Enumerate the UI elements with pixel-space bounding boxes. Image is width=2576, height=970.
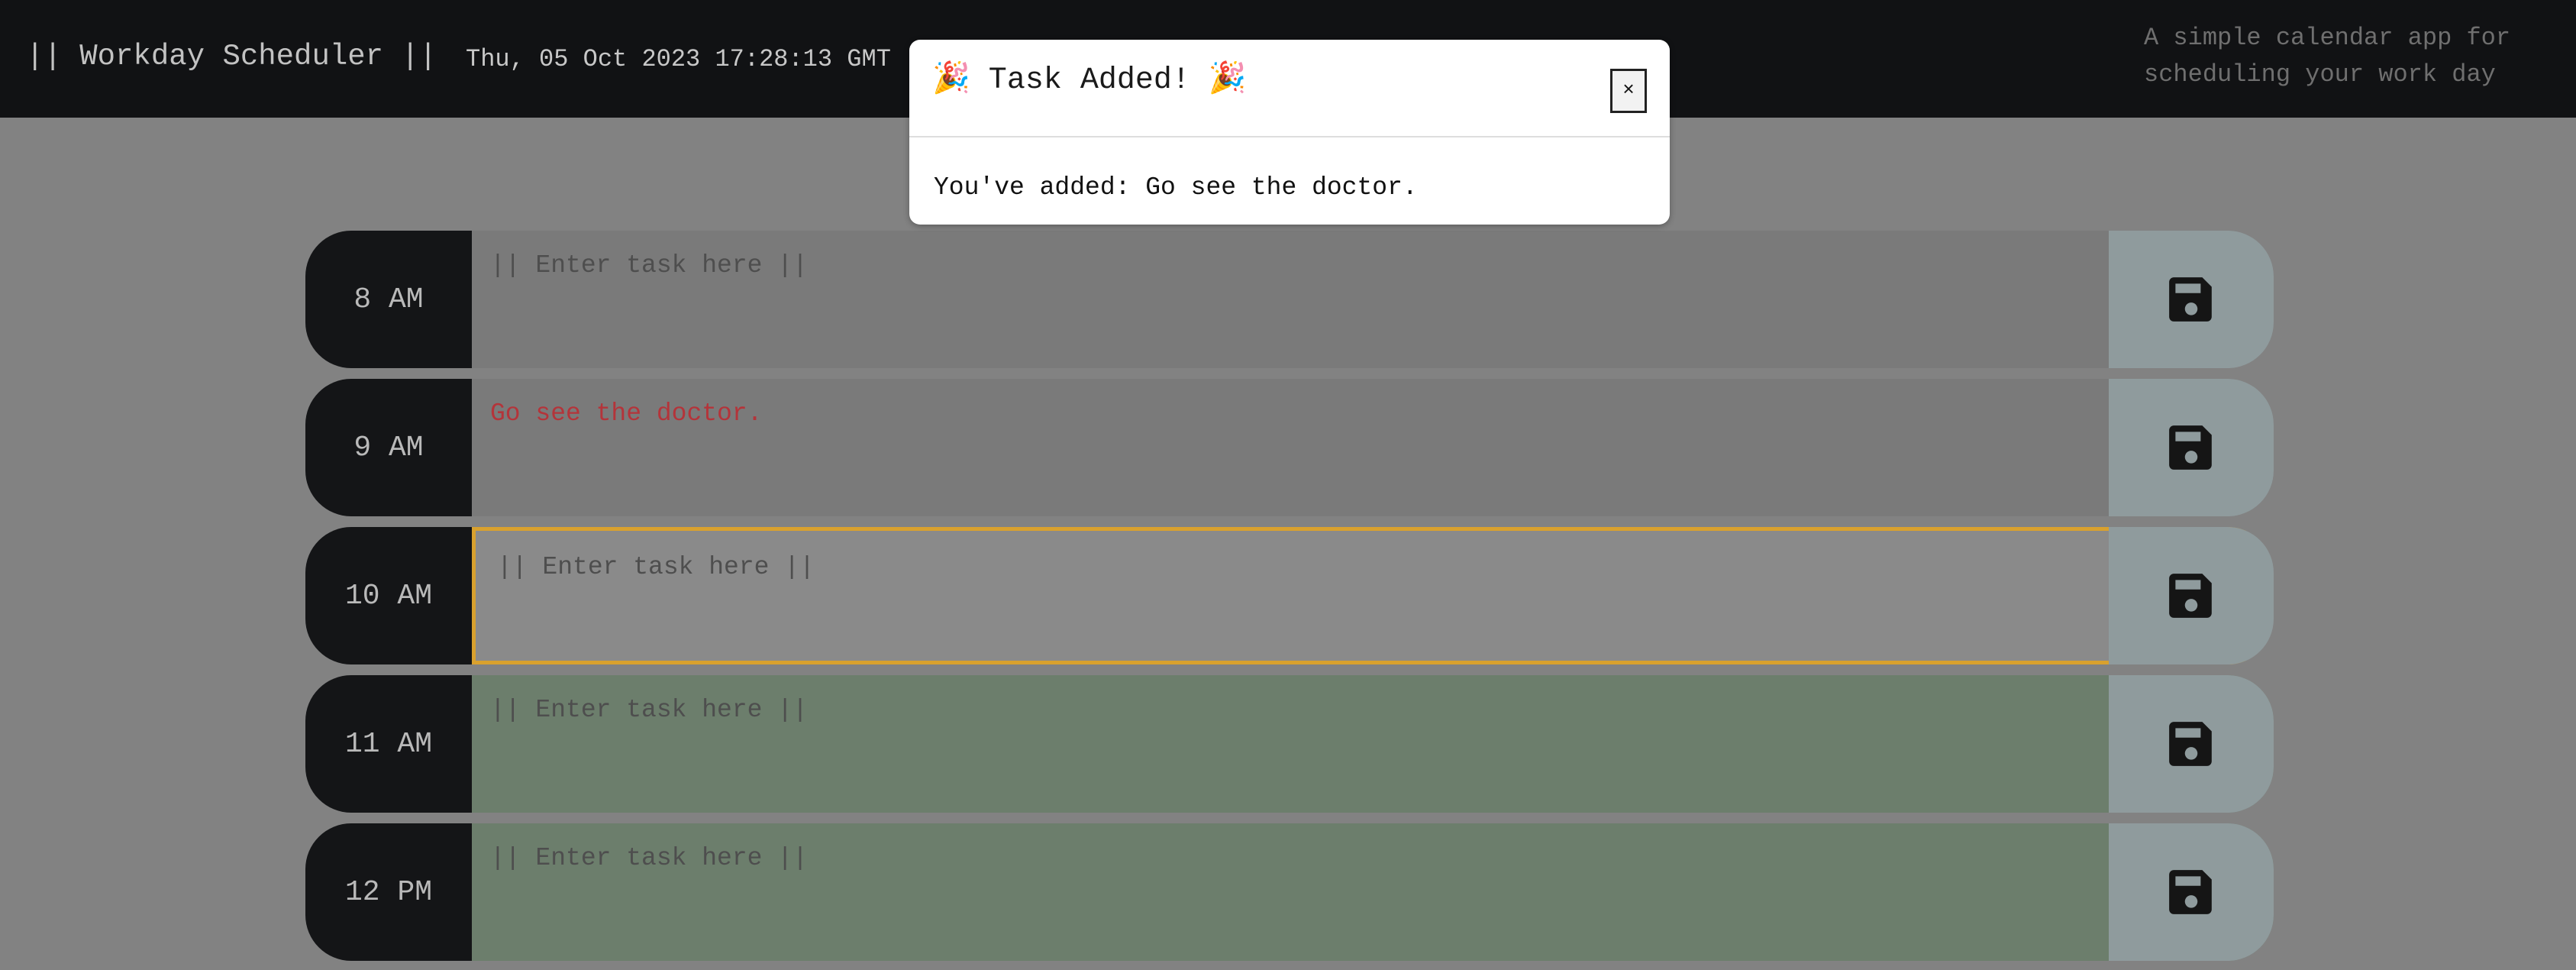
time-block-11am: 11 AM bbox=[305, 675, 2274, 813]
floppy-disk-icon bbox=[2169, 425, 2212, 470]
close-icon: × bbox=[1622, 79, 1635, 102]
task-input[interactable] bbox=[472, 527, 2274, 664]
save-button[interactable] bbox=[2109, 675, 2274, 813]
app-tagline: A simple calendar app for scheduling you… bbox=[2144, 24, 2511, 89]
modal-title: 🎉 Task Added! 🎉 bbox=[932, 63, 1247, 98]
modal-header: 🎉 Task Added! 🎉 × bbox=[909, 40, 1670, 137]
time-block-9am: 9 AM Go see the doctor. bbox=[305, 379, 2274, 516]
hour-label: 11 AM bbox=[305, 675, 472, 813]
current-datetime: Thu, 05 Oct 2023 17:28:13 GMT bbox=[466, 45, 891, 73]
task-input[interactable] bbox=[472, 675, 2274, 813]
app-title: || Workday Scheduler || bbox=[26, 40, 437, 73]
save-button[interactable] bbox=[2109, 823, 2274, 961]
floppy-disk-icon bbox=[2169, 722, 2212, 766]
hour-label: 10 AM bbox=[305, 527, 472, 664]
time-block-12pm: 12 PM bbox=[305, 823, 2274, 961]
save-button[interactable] bbox=[2109, 527, 2274, 664]
task-input[interactable] bbox=[472, 231, 2274, 368]
task-input[interactable] bbox=[472, 823, 2274, 961]
hour-label: 9 AM bbox=[305, 379, 472, 516]
task-input[interactable]: Go see the doctor. bbox=[472, 379, 2274, 516]
hour-label: 8 AM bbox=[305, 231, 472, 368]
task-added-modal: 🎉 Task Added! 🎉 × You've added: Go see t… bbox=[909, 40, 1670, 225]
time-block-10am: 10 AM bbox=[305, 527, 2274, 664]
close-button[interactable]: × bbox=[1610, 69, 1647, 113]
save-button[interactable] bbox=[2109, 379, 2274, 516]
floppy-disk-icon bbox=[2169, 574, 2212, 618]
floppy-disk-icon bbox=[2169, 870, 2212, 914]
time-block-8am: 8 AM bbox=[305, 231, 2274, 368]
save-button[interactable] bbox=[2109, 231, 2274, 368]
floppy-disk-icon bbox=[2169, 277, 2212, 322]
hour-label: 12 PM bbox=[305, 823, 472, 961]
modal-message: You've added: Go see the doctor. bbox=[934, 173, 1418, 202]
